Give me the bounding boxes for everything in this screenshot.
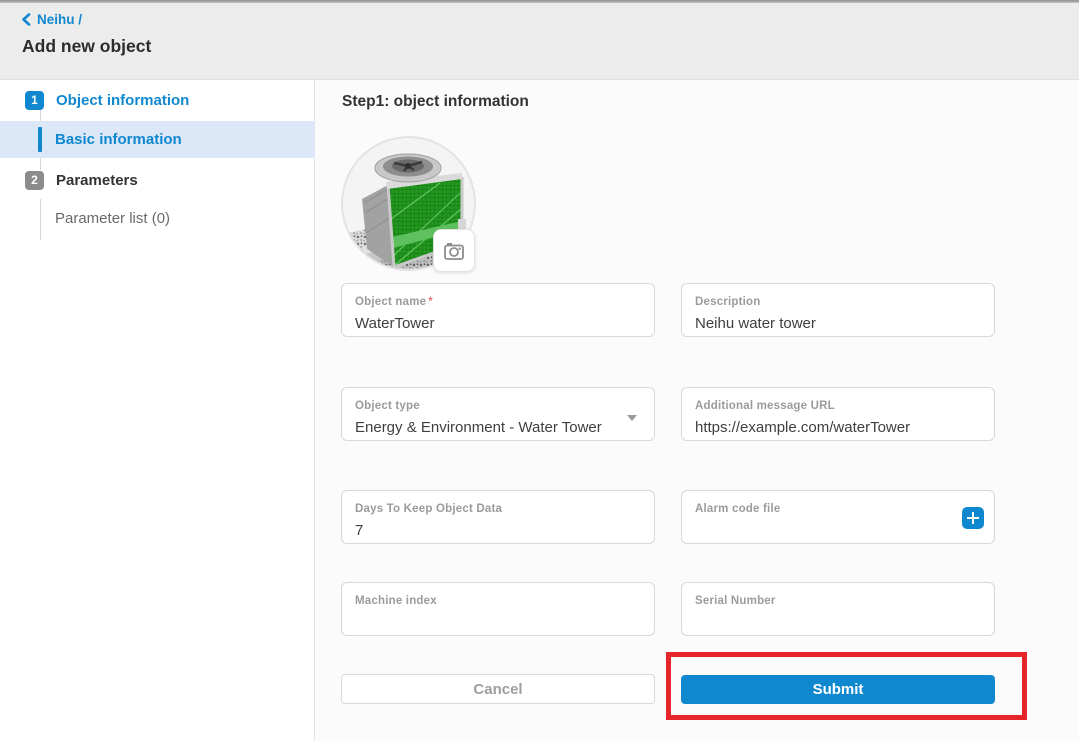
- step-number-badge: 1: [25, 91, 44, 110]
- breadcrumb-back-link[interactable]: Neihu /: [21, 12, 82, 27]
- field-value: Neihu water tower: [695, 315, 981, 332]
- field-label: Machine index: [355, 595, 437, 607]
- field-value: https://example.com/waterTower: [695, 419, 981, 436]
- serial-number-field[interactable]: Serial Number: [681, 582, 995, 636]
- field-label: Description: [695, 296, 760, 308]
- cancel-button[interactable]: Cancel: [341, 674, 655, 704]
- step-label: Object information: [56, 92, 189, 109]
- field-label: Serial Number: [695, 595, 776, 607]
- object-type-select[interactable]: Object type Energy & Environment - Water…: [341, 387, 655, 441]
- caret-down-icon[interactable]: [627, 415, 637, 421]
- alarm-code-file-field[interactable]: Alarm code file: [681, 490, 995, 544]
- machine-index-field[interactable]: Machine index: [341, 582, 655, 636]
- step-heading: Step1: object information: [342, 93, 529, 111]
- breadcrumb-label: Neihu /: [37, 12, 82, 27]
- step-label: Parameters: [56, 172, 138, 189]
- additional-message-url-field[interactable]: Additional message URL https://example.c…: [681, 387, 995, 441]
- substep-label: Basic information: [55, 131, 182, 148]
- chevron-left-icon: [21, 13, 32, 26]
- sidebar-item-object-information[interactable]: 1 Object information: [0, 90, 315, 110]
- days-to-keep-field[interactable]: Days To Keep Object Data 7: [341, 490, 655, 544]
- field-label: Object type: [355, 400, 420, 412]
- plus-icon[interactable]: [962, 507, 984, 529]
- field-label: Object name: [355, 296, 426, 308]
- field-value: WaterTower: [355, 315, 641, 332]
- field-label: Days To Keep Object Data: [355, 503, 502, 515]
- sidebar-item-basic-information[interactable]: Basic information: [0, 121, 315, 158]
- required-asterisk: *: [428, 296, 432, 308]
- field-label: Alarm code file: [695, 503, 780, 515]
- page-header: Neihu / Add new object: [0, 3, 1079, 80]
- step-number-badge: 2: [25, 171, 44, 190]
- steps-sidebar: 1 Object information Basic information 2…: [0, 80, 315, 741]
- description-field[interactable]: Description Neihu water tower: [681, 283, 995, 337]
- change-photo-button[interactable]: [433, 229, 475, 272]
- sidebar-item-parameters[interactable]: 2 Parameters: [0, 170, 315, 190]
- sidebar-item-parameter-list[interactable]: Parameter list (0): [55, 210, 170, 227]
- submit-button[interactable]: Submit: [681, 675, 995, 704]
- field-value: Energy & Environment - Water Tower: [355, 419, 641, 436]
- field-label: Additional message URL: [695, 400, 835, 412]
- step-connector-line: [40, 199, 41, 240]
- object-name-field[interactable]: Object name* WaterTower: [341, 283, 655, 337]
- page-title: Add new object: [22, 36, 151, 57]
- active-step-indicator: [38, 127, 42, 152]
- camera-icon: [442, 239, 466, 263]
- field-value: 7: [355, 522, 641, 539]
